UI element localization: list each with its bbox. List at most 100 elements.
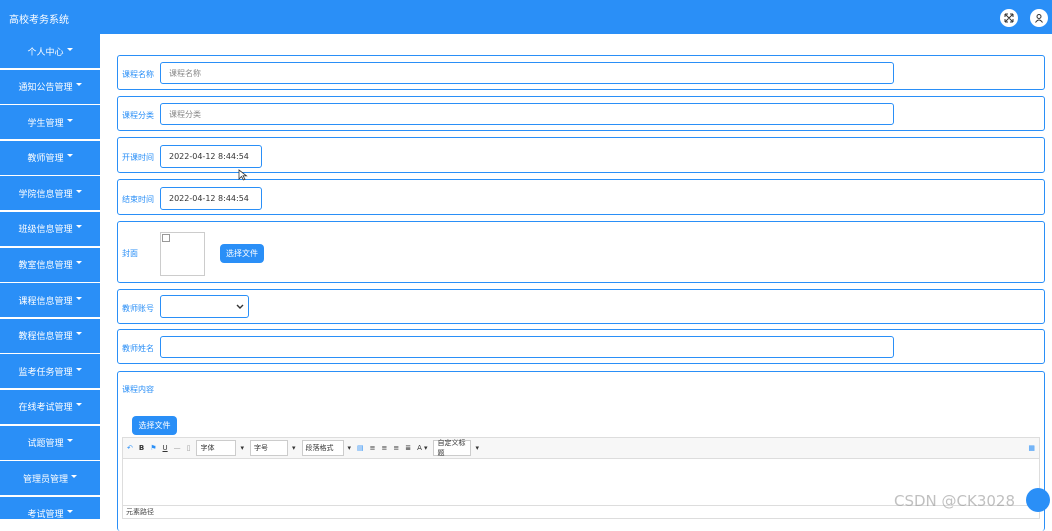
undo-icon[interactable]: ↶ — [127, 444, 133, 452]
broken-image-icon — [162, 234, 170, 242]
font-size-dropdown[interactable]: 字号 — [250, 440, 288, 456]
form-row-course-category: 课程分类 课程分类 — [117, 96, 1045, 131]
sidebar-item-label: 学生管理 — [27, 118, 64, 129]
cover-label: 封面 — [122, 249, 138, 258]
sidebar-item-label: 教室信息管理 — [18, 261, 73, 272]
sidebar-item-label: 考试管理 — [27, 510, 64, 519]
caret-down-icon — [66, 47, 73, 51]
font-color-icon[interactable]: A — [417, 444, 422, 452]
sidebar-item-label: 试题管理 — [27, 439, 64, 450]
sidebar-item-teacher-management[interactable]: 教师管理 — [0, 140, 100, 175]
sidebar-item-personal-center[interactable]: 个人中心 — [0, 34, 100, 68]
sidebar-item-question-management[interactable]: 试题管理 — [0, 425, 100, 460]
caret-down-icon — [75, 83, 82, 87]
course-category-label: 课程分类 — [122, 111, 154, 120]
sidebar-item-exam-management[interactable]: 考试管理 — [0, 496, 100, 519]
sidebar-item-invigilation-tasks[interactable]: 监考任务管理 — [0, 354, 100, 389]
teacher-account-label: 教师账号 — [122, 304, 154, 313]
size-dropdown-arrow-icon[interactable]: ▾ — [292, 444, 296, 452]
watermark: CSDN @CK3028 — [894, 492, 1016, 510]
caret-down-icon — [75, 332, 82, 336]
fullscreen-editor-icon[interactable]: ▦ — [1028, 444, 1035, 452]
form-row-cover: 封面 选择文件 — [117, 221, 1045, 283]
sidebar-item-class-info[interactable]: 班级信息管理 — [0, 211, 100, 246]
horizontal-rule-icon[interactable]: — — [174, 444, 181, 452]
align-right-icon[interactable]: ≡ — [393, 444, 399, 452]
course-name-placeholder: 课程名称 — [169, 68, 201, 78]
sidebar-item-label: 个人中心 — [27, 47, 64, 58]
sidebar-item-classroom-info[interactable]: 教室信息管理 — [0, 247, 100, 282]
caret-down-icon — [75, 296, 82, 300]
cover-select-file-button[interactable]: 选择文件 — [220, 244, 264, 263]
sidebar-item-tutorial-info[interactable]: 教程信息管理 — [0, 318, 100, 353]
teacher-account-select[interactable] — [160, 295, 249, 318]
start-time-label: 开课时间 — [122, 153, 154, 162]
clear-format-icon[interactable]: ▯ — [187, 444, 191, 452]
sidebar-item-student-management[interactable]: 学生管理 — [0, 105, 100, 140]
font-color-dropdown-arrow-icon[interactable]: ▾ — [424, 444, 428, 452]
start-time-input[interactable]: 2022-04-12 8:44:54 — [160, 145, 262, 168]
custom-title-label: 自定义标题 — [437, 439, 466, 457]
form-row-teacher-name: 教师姓名 — [117, 329, 1045, 364]
sidebar-item-college-info[interactable]: 学院信息管理 — [0, 176, 100, 211]
sidebar-item-label: 在线考试管理 — [18, 403, 73, 414]
font-dropdown-arrow-icon[interactable]: ▾ — [240, 444, 244, 452]
floating-action-button[interactable] — [1026, 488, 1050, 512]
app-title: 高校考务系统 — [9, 15, 69, 26]
user-icon[interactable] — [1030, 9, 1048, 27]
sidebar-item-label: 教程信息管理 — [18, 332, 73, 343]
fullscreen-icon[interactable] — [1000, 9, 1018, 27]
paragraph-dropdown-arrow-icon[interactable]: ▾ — [348, 444, 352, 452]
sidebar-item-label: 学院信息管理 — [18, 189, 73, 200]
end-time-input[interactable]: 2022-04-12 8:44:54 — [160, 187, 262, 210]
sidebar-item-online-exam[interactable]: 在线考试管理 — [0, 389, 100, 424]
paragraph-format-label: 段落格式 — [305, 444, 334, 452]
caret-down-icon — [66, 154, 73, 158]
sidebar-item-course-info[interactable]: 课程信息管理 — [0, 283, 100, 318]
course-category-placeholder: 课程分类 — [169, 109, 201, 119]
course-content-label: 课程内容 — [122, 385, 154, 394]
sidebar-item-label: 教师管理 — [27, 154, 64, 165]
sidebar-item-notice-management[interactable]: 通知公告管理 — [0, 69, 100, 104]
course-name-input[interactable]: 课程名称 — [160, 62, 894, 84]
font-size-label: 字号 — [254, 444, 268, 452]
sidebar-item-label: 班级信息管理 — [18, 225, 73, 236]
teacher-name-label: 教师姓名 — [122, 344, 154, 353]
caret-down-icon — [66, 439, 73, 443]
caret-down-icon — [66, 510, 73, 514]
form-row-teacher-account: 教师账号 — [117, 289, 1045, 324]
sidebar-item-admin-management[interactable]: 管理员管理 — [0, 461, 100, 496]
form-row-course-name: 课程名称 课程名称 — [117, 55, 1045, 90]
content-select-file-button[interactable]: 选择文件 — [132, 416, 177, 435]
custom-title-dropdown[interactable]: 自定义标题 — [433, 439, 472, 457]
caret-down-icon — [75, 225, 82, 229]
cover-image-placeholder — [160, 232, 205, 276]
format-painter-icon[interactable]: ⚑ — [150, 444, 156, 452]
course-category-input[interactable]: 课程分类 — [160, 103, 894, 125]
align-left-icon[interactable]: ≡ — [370, 444, 376, 452]
font-family-dropdown[interactable]: 字体 — [196, 440, 237, 456]
top-bar: 高校考务系统 — [0, 0, 1052, 34]
align-center-icon[interactable]: ≡ — [382, 444, 388, 452]
paragraph-format-dropdown[interactable]: 段落格式 — [301, 440, 344, 456]
align-justify-icon[interactable]: ≣ — [405, 444, 411, 452]
mouse-cursor-icon — [238, 169, 248, 181]
sidebar-item-label: 监考任务管理 — [18, 367, 73, 378]
underline-icon[interactable]: U — [163, 444, 168, 452]
caret-down-icon — [75, 403, 82, 407]
custom-title-dropdown-arrow-icon[interactable]: ▾ — [475, 444, 479, 452]
start-time-value: 2022-04-12 8:44:54 — [169, 152, 249, 161]
sidebar-item-label: 通知公告管理 — [18, 83, 73, 94]
caret-down-icon — [75, 367, 82, 371]
course-name-label: 课程名称 — [122, 70, 154, 79]
sidebar: 个人中心 通知公告管理 学生管理 教师管理 学院信息管理 班级信息管理 教室信息… — [0, 34, 100, 519]
caret-down-icon — [71, 474, 77, 478]
caret-down-icon — [75, 189, 82, 193]
teacher-name-input[interactable] — [160, 336, 894, 358]
editor-element-path: 元素路径 — [126, 508, 154, 516]
font-family-label: 字体 — [200, 444, 215, 452]
bold-icon[interactable]: B — [139, 444, 144, 452]
editor-toolbar: ↶ B ⚑ U — ▯ 字体 ▾ 字号 ▾ 段落格式 ▾ ▤ ≡ ≡ ≡ ≣ A… — [122, 437, 1040, 459]
table-icon[interactable]: ▤ — [357, 444, 364, 452]
end-time-label: 结束时间 — [122, 195, 154, 204]
